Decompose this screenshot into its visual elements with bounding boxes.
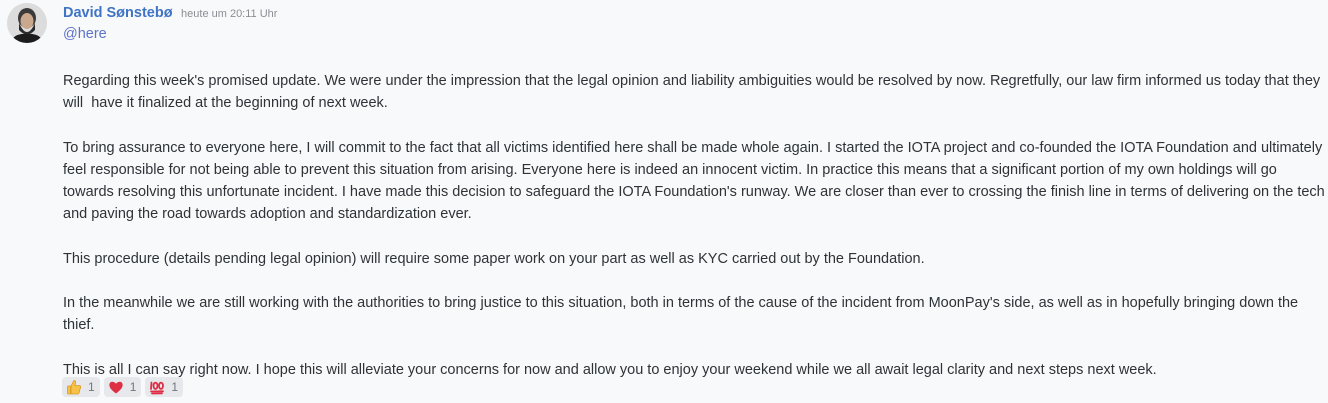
- message-paragraph: To bring assurance to everyone here, I w…: [63, 139, 1325, 223]
- message-paragraph: Regarding this week's promised update. W…: [63, 73, 1325, 112]
- here-mention[interactable]: @here: [63, 26, 107, 42]
- message-header: David Sønstebø heute um 20:11 Uhr: [63, 4, 277, 24]
- author-name[interactable]: David Sønstebø: [63, 5, 173, 21]
- reaction-count: 1: [129, 380, 137, 394]
- thumbs-up-icon: [66, 379, 82, 395]
- avatar-portrait-icon: [7, 3, 47, 43]
- message-paragraph: In the meanwhile we are still working wi…: [63, 294, 1303, 334]
- reaction-hundred[interactable]: 1: [145, 377, 184, 397]
- reaction-bar: 1 1 1: [62, 377, 184, 397]
- message-paragraph: This is all I can say right now. I hope …: [63, 361, 1157, 378]
- reaction-heart[interactable]: 1: [103, 377, 142, 397]
- red-heart-icon: [108, 379, 124, 395]
- reaction-thumbs-up[interactable]: 1: [62, 377, 100, 397]
- avatar[interactable]: [7, 3, 47, 43]
- chat-message: David Sønstebø heute um 20:11 Uhr @here …: [0, 0, 1328, 403]
- hundred-points-icon: [149, 379, 165, 395]
- message-body: Regarding this week's promised update. W…: [63, 70, 1325, 381]
- reaction-count: 1: [171, 380, 179, 394]
- reaction-count: 1: [88, 380, 95, 394]
- message-timestamp: heute um 20:11 Uhr: [181, 8, 278, 20]
- message-paragraph: This procedure (details pending legal op…: [63, 250, 925, 267]
